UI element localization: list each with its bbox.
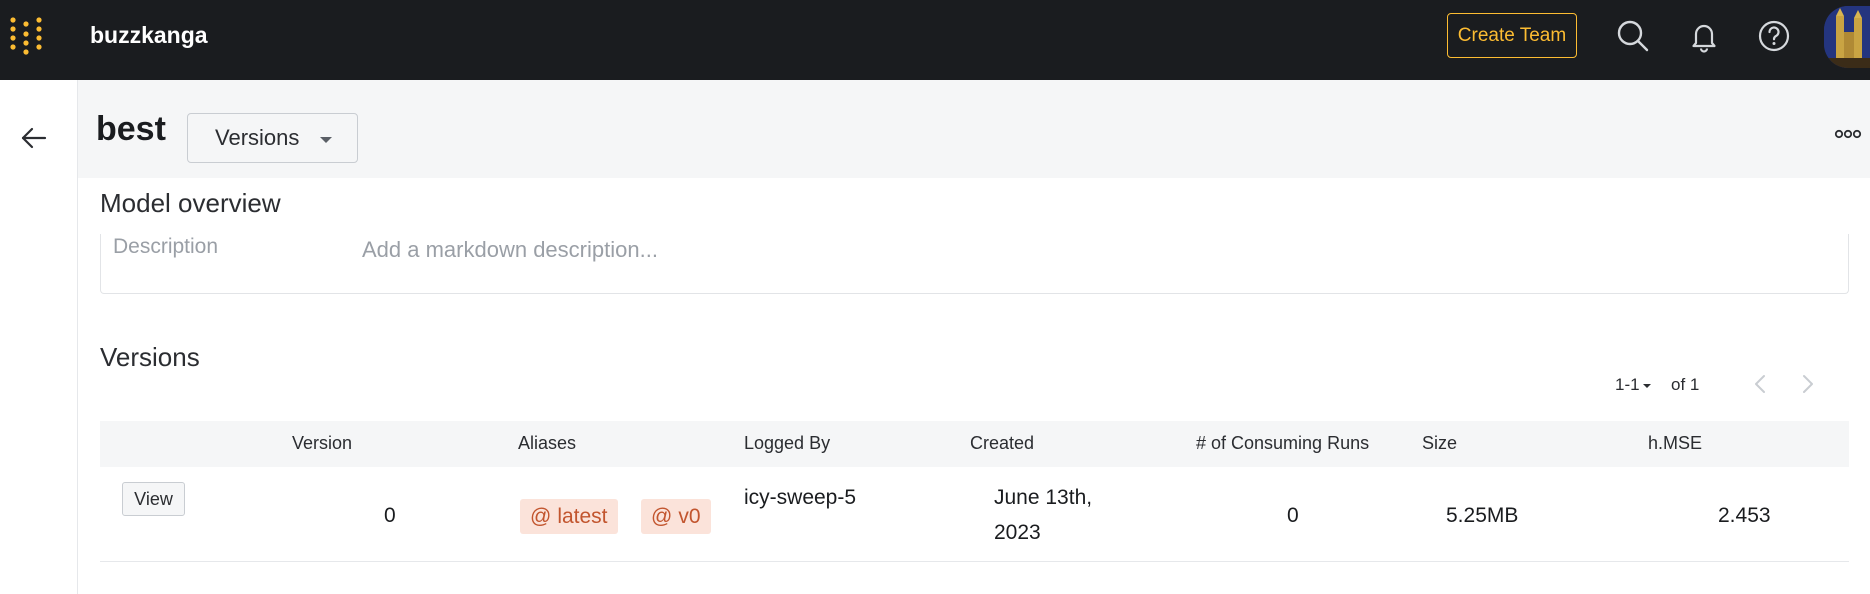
column-header-size[interactable]: Size <box>1422 433 1457 454</box>
alias-label: v0 <box>678 504 701 528</box>
create-team-button[interactable]: Create Team <box>1447 13 1577 58</box>
consuming-runs-cell: 0 <box>1287 504 1299 527</box>
created-date-line2: 2023 <box>994 521 1041 544</box>
column-header-created[interactable]: Created <box>970 433 1034 454</box>
top-bar: buzzkanga Create Team <box>0 0 1870 80</box>
at-icon: @ <box>530 504 552 528</box>
h-mse-cell: 2.453 <box>1718 504 1771 527</box>
size-cell: 5.25MB <box>1446 504 1519 527</box>
logged-by-link[interactable]: icy-sweep-5 <box>744 486 856 510</box>
column-header-version[interactable]: Version <box>292 433 352 454</box>
left-rail <box>0 80 78 594</box>
versions-section-title: Versions <box>100 342 200 372</box>
previous-page-icon[interactable] <box>1746 370 1774 398</box>
alias-label: latest <box>557 504 608 528</box>
app-logo-icon[interactable] <box>8 16 48 56</box>
user-avatar[interactable] <box>1824 6 1870 68</box>
column-header-logged-by[interactable]: Logged By <box>744 433 830 454</box>
table-row <box>100 467 1849 562</box>
description-label: Description <box>113 235 219 258</box>
help-icon[interactable] <box>1756 18 1792 54</box>
view-select-label: Versions <box>215 125 300 150</box>
view-version-button[interactable]: View <box>122 482 185 516</box>
next-page-icon[interactable] <box>1794 370 1822 398</box>
back-arrow-icon[interactable] <box>18 122 50 154</box>
alias-tag[interactable]: @ latest <box>520 499 618 534</box>
version-cell: 0 <box>384 504 396 527</box>
more-options-icon[interactable] <box>1833 124 1863 144</box>
model-overview-title: Model overview <box>100 188 281 218</box>
alias-tag[interactable]: @ v0 <box>641 499 711 534</box>
pagination-range-label: 1-1 <box>1615 375 1640 394</box>
page-title: best <box>96 110 166 148</box>
bell-icon[interactable] <box>1686 18 1722 54</box>
view-select-dropdown[interactable]: Versions <box>187 113 358 163</box>
column-header-consuming-runs[interactable]: # of Consuming Runs <box>1196 433 1369 454</box>
pagination-range-select[interactable]: 1-1 <box>1615 375 1651 395</box>
caret-down-icon <box>1642 383 1651 388</box>
description-input[interactable]: Add a markdown description... <box>362 237 658 263</box>
created-date-line1: June 13th, <box>994 486 1093 509</box>
workspace-name[interactable]: buzzkanga <box>90 22 208 49</box>
caret-down-icon <box>320 137 332 143</box>
column-header-h-mse[interactable]: h.MSE <box>1648 433 1702 454</box>
at-icon: @ <box>651 504 673 528</box>
pagination-total: of 1 <box>1671 375 1700 394</box>
column-header-aliases[interactable]: Aliases <box>518 433 576 454</box>
search-icon[interactable] <box>1615 18 1651 54</box>
